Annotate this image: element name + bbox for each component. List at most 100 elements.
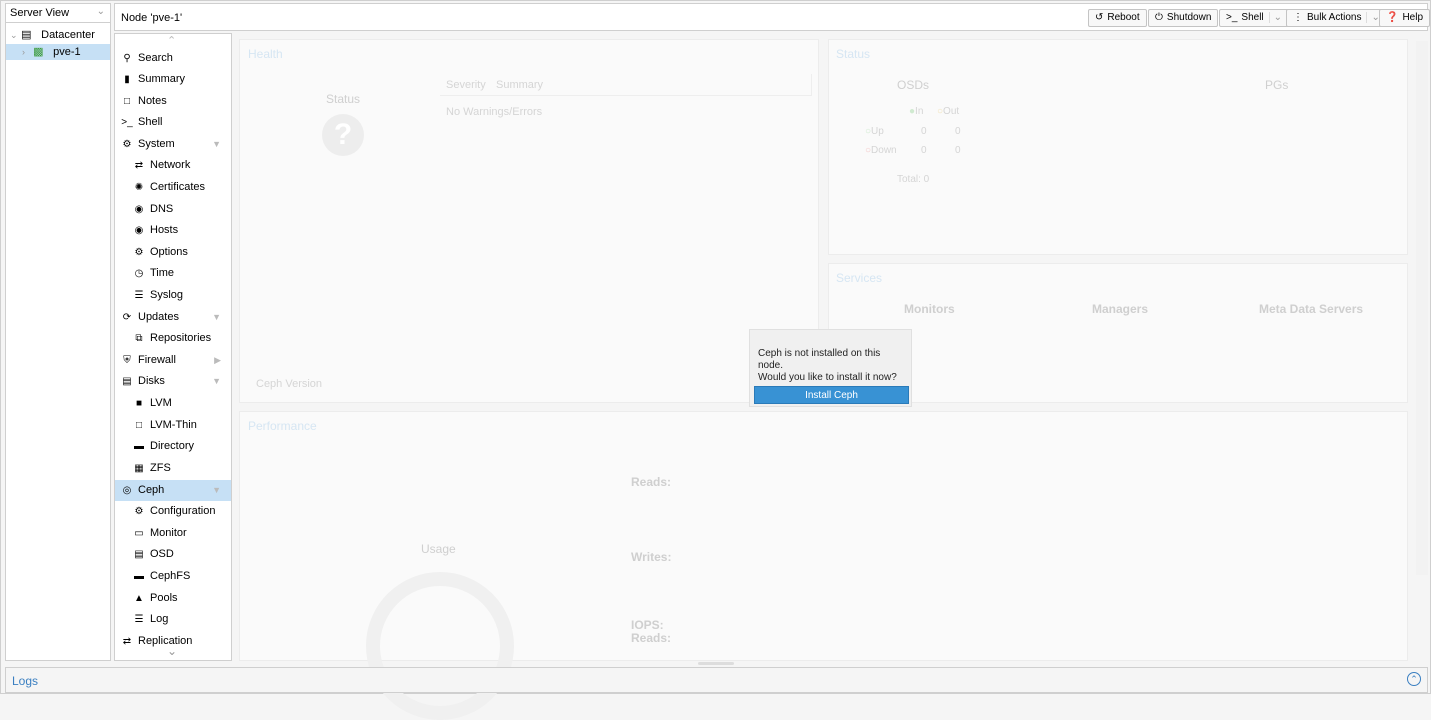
nav-item-osd[interactable]: ▤ OSD	[115, 544, 231, 565]
reboot-button[interactable]: ↺ Reboot	[1088, 9, 1147, 27]
nav-label: Repositories	[150, 332, 212, 344]
view-select[interactable]: Server View ⌄	[6, 4, 110, 23]
reboot-label: Reboot	[1107, 12, 1140, 23]
nav-item-shell[interactable]: >_ Shell	[115, 112, 231, 133]
content-scrollbar[interactable]	[1416, 41, 1428, 575]
tree-item-node[interactable]: › ▩ pve-1	[6, 44, 110, 60]
gear-icon: ⚙	[134, 247, 144, 258]
nav-item-dns[interactable]: ◉ DNS	[115, 199, 231, 220]
usage-title: Usage	[421, 542, 456, 556]
nav-item-network[interactable]: ⇄ Network	[115, 155, 231, 176]
mds-title: Meta Data Servers	[1259, 302, 1364, 316]
nav-item-updates[interactable]: ⟳ Updates ▼	[115, 307, 231, 328]
install-ceph-button[interactable]: Install Ceph	[754, 386, 909, 404]
nav-label: Network	[150, 159, 191, 171]
view-select-value: Server View	[10, 7, 70, 19]
nav-item-pools[interactable]: ▲ Pools	[115, 588, 231, 609]
nav-item-options[interactable]: ⚙ Options	[115, 242, 231, 263]
nav-item-certificates[interactable]: ✺ Certificates	[115, 177, 231, 198]
nav-item-time[interactable]: ◷ Time	[115, 263, 231, 284]
nav-label: Syslog	[150, 289, 184, 301]
question-icon: ?	[322, 114, 364, 156]
tree-item-datacenter[interactable]: ⌄ ▤ Datacenter	[6, 27, 110, 43]
shutdown-label: Shutdown	[1166, 12, 1212, 23]
scroll-down-icon[interactable]: ⌄	[167, 644, 177, 658]
help-button[interactable]: ❓ Help	[1379, 9, 1431, 27]
nav-label: LVM-Thin	[150, 419, 197, 431]
in-label: In	[915, 106, 924, 117]
reboot-icon: ↺	[1095, 12, 1104, 23]
status-panel: Status OSDs PGs ●In ○Out ○Up 0 0 ○Down 0…	[828, 39, 1408, 255]
osds-title: OSDs	[897, 78, 930, 92]
expand-icon[interactable]: ›	[22, 44, 30, 60]
nav-label: Firewall	[138, 354, 176, 366]
exchange-icon: ⇄	[134, 160, 144, 171]
nav-item-cephfs[interactable]: ▬ CephFS	[115, 566, 231, 587]
list-icon: ☰	[134, 290, 144, 301]
nav-item-zfs[interactable]: ▦ ZFS	[115, 458, 231, 479]
shutdown-button[interactable]: ⏻ Shutdown	[1148, 9, 1219, 27]
help-label: Help	[1402, 12, 1424, 23]
nav-item-lvm-thin[interactable]: □ LVM-Thin	[115, 415, 231, 436]
nav-label: DNS	[150, 203, 174, 215]
osd-down-label: ○Down	[865, 145, 897, 156]
osd-up-in: 0	[921, 126, 927, 137]
out-label: Out	[943, 106, 960, 117]
expand-up-icon[interactable]: ⌃	[1407, 672, 1421, 686]
install-ceph-dialog: Ceph is not installed on this node. Woul…	[749, 329, 912, 407]
nav-item-log[interactable]: ☰ Log	[115, 609, 231, 630]
square-icon: ■	[135, 398, 143, 409]
folder-icon: ▬	[134, 441, 144, 452]
nav-label: Monitor	[150, 527, 187, 539]
nav-item-repositories[interactable]: ⧉ Repositories	[115, 328, 231, 349]
globe-icon: ◉	[134, 225, 144, 236]
nav-label: Time	[150, 267, 175, 279]
shield-icon: ⛨	[123, 355, 131, 366]
shell-button[interactable]: >_ Shell ⌄	[1219, 9, 1290, 27]
terminal-icon: >_	[121, 117, 133, 128]
column-summary[interactable]: Summary	[496, 79, 543, 91]
chevron-down-icon: ⌄	[96, 6, 105, 17]
log-splitter-handle[interactable]	[698, 662, 734, 665]
caret-down-icon: ▼	[212, 139, 221, 149]
health-panel: Health Status ? Severity Summary No Warn…	[239, 39, 819, 403]
nav-item-firewall[interactable]: ⛨ Firewall ▶	[115, 350, 231, 371]
dialog-message-line1: Ceph is not installed on this node.	[758, 348, 881, 371]
reads-label: Reads:	[631, 475, 672, 489]
caret-right-icon: ▶	[214, 355, 221, 365]
desktop-icon: ▭	[134, 528, 144, 539]
nav-label: Disks	[138, 375, 165, 387]
nav-item-configuration[interactable]: ⚙ Configuration	[115, 501, 231, 522]
nav-label: Updates	[138, 311, 179, 323]
nav-item-search[interactable]: ⚲ Search	[115, 48, 231, 69]
logs-panel[interactable]: Logs ⌃	[5, 667, 1428, 693]
nav-item-directory[interactable]: ▬ Directory	[115, 436, 231, 457]
nav-item-syslog[interactable]: ☰ Syslog	[115, 285, 231, 306]
nav-item-notes[interactable]: □ Notes	[115, 91, 231, 112]
scroll-up-icon[interactable]: ⌃	[167, 34, 176, 47]
nav-item-system[interactable]: ⚙ System ▼	[115, 134, 231, 155]
hdd-icon: ▤	[134, 549, 144, 560]
app-window: Server View ⌄ ⌄ ▤ Datacenter › ▩ pve-1 N…	[0, 0, 1431, 720]
nav-item-disks[interactable]: ▤ Disks ▼	[115, 371, 231, 392]
content-header: Node 'pve-1' ↺ Reboot ⏻ Shutdown >_ Shell ⌄ …	[114, 3, 1431, 31]
nav-item-hosts[interactable]: ◉ Hosts	[115, 220, 231, 241]
nav-label: Log	[150, 613, 169, 625]
chevron-down-icon[interactable]: ⌄	[1268, 12, 1283, 23]
ellipsis-vertical-icon: ⋮	[1293, 12, 1303, 23]
column-severity[interactable]: Severity	[446, 79, 486, 91]
nav-label: Options	[150, 246, 188, 258]
nav-label: Hosts	[150, 224, 179, 236]
nav-label: Pools	[150, 592, 178, 604]
nav-label: OSD	[150, 548, 174, 560]
nav-item-monitor[interactable]: ▭ Monitor	[115, 523, 231, 544]
nav-item-lvm[interactable]: ■ LVM	[115, 393, 231, 414]
th-large-icon: ▦	[134, 463, 144, 474]
page-title: Node 'pve-1'	[121, 12, 183, 24]
nav-item-summary[interactable]: ▮ Summary	[115, 69, 231, 90]
panel-title: Services	[836, 271, 883, 285]
nav-item-ceph[interactable]: ◎ Ceph ▼	[115, 480, 231, 501]
bulk-actions-button[interactable]: ⋮ Bulk Actions ⌄	[1286, 9, 1387, 27]
health-status-label: Status	[326, 92, 361, 106]
collapse-icon[interactable]: ⌄	[10, 27, 18, 43]
